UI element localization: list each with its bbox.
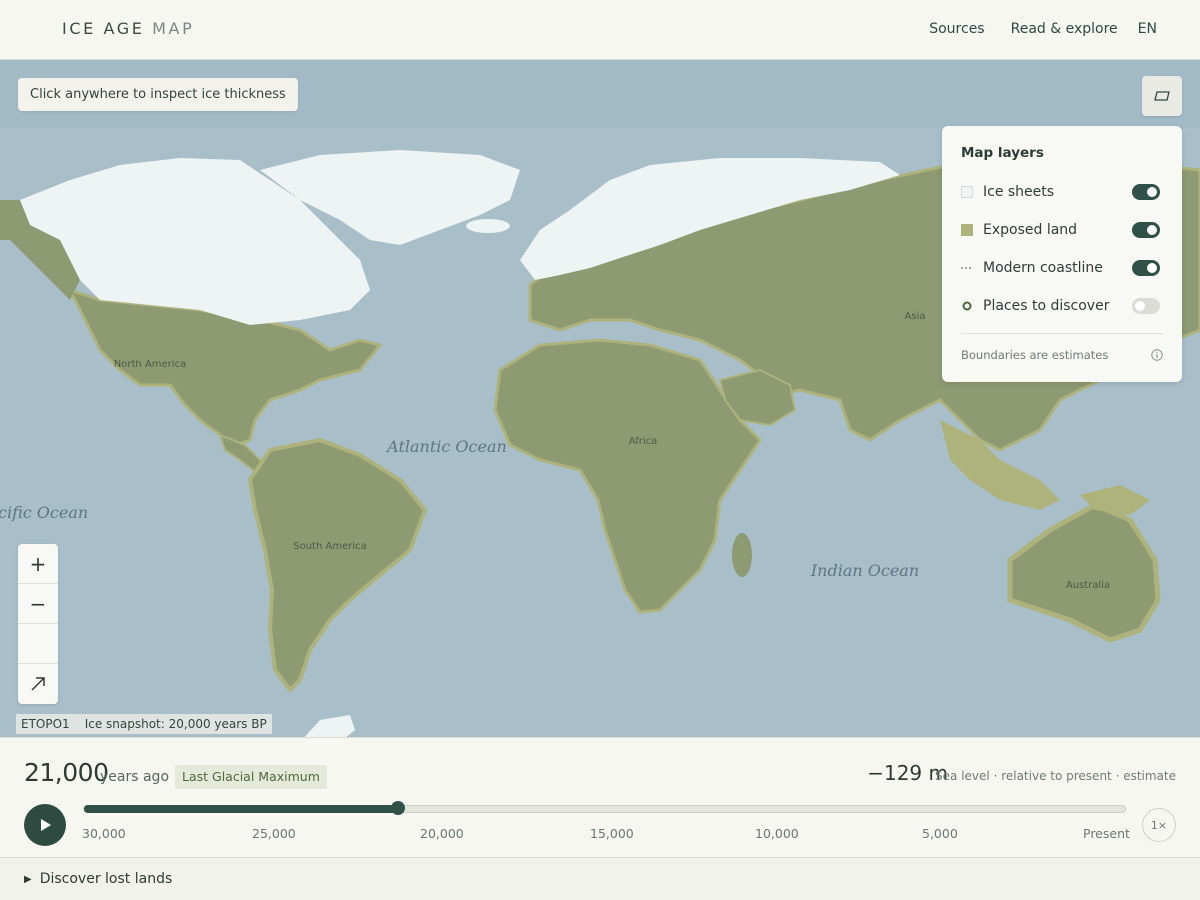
map-layers-panel: Map layers Ice sheets Exposed land Moder…: [942, 126, 1182, 382]
compass-button[interactable]: [18, 664, 58, 704]
tick-label: 10,000: [755, 826, 799, 841]
brand-secondary: MAP: [152, 19, 195, 38]
site-logo[interactable]: ICE AGE MAP: [62, 19, 194, 38]
layer-label: Modern coastline: [983, 260, 1103, 276]
play-button[interactable]: [24, 804, 66, 846]
inspect-hint: Click anywhere to inspect ice thickness: [18, 78, 298, 111]
tick-label: 15,000: [590, 826, 634, 841]
play-icon: [41, 819, 51, 831]
top-header: ICE AGE MAP Sources Read & explore EN: [0, 0, 1200, 60]
epoch-badge: Last Glacial Maximum: [175, 765, 327, 789]
tick-label: 30,000: [82, 826, 126, 841]
nav-read-explore[interactable]: Read & explore: [1011, 21, 1118, 37]
label-north-america: North America: [114, 359, 186, 370]
label-pacific: cific Ocean: [0, 503, 88, 522]
brand-primary: ICE AGE: [62, 19, 145, 38]
layer-label: Exposed land: [983, 222, 1078, 238]
label-australia: Australia: [1066, 580, 1110, 591]
attribution-source: ETOPO1: [21, 717, 70, 731]
timeline-bar: 21,000 years ago Last Glacial Maximum −1…: [0, 737, 1200, 857]
time-slider[interactable]: [83, 801, 1126, 815]
layer-label: Places to discover: [983, 298, 1110, 314]
layer-exposed-land[interactable]: Exposed land: [961, 211, 1163, 249]
layer-label: Ice sheets: [983, 184, 1055, 200]
arrow-up-right-icon: [31, 677, 45, 691]
toggle-modern-coastline[interactable]: [1132, 260, 1160, 276]
label-indian: Indian Ocean: [810, 561, 919, 580]
sea-level-note: Sea level · relative to present · estima…: [935, 769, 1176, 783]
layers-icon: [1154, 91, 1170, 101]
layer-modern-coastline[interactable]: Modern coastline: [961, 249, 1163, 287]
map-attribution: ETOPO1 Ice snapshot: 20,000 years BP: [16, 714, 272, 734]
language-switch[interactable]: EN: [1138, 21, 1157, 37]
madagascar: [732, 533, 752, 577]
boundaries-note: Boundaries are estimates: [961, 334, 1163, 362]
slider-fill: [84, 805, 399, 813]
layers-button[interactable]: [1142, 76, 1182, 116]
slider-handle[interactable]: [391, 801, 406, 815]
place-marker-icon: [961, 300, 973, 312]
tick-label: Present: [1083, 826, 1130, 841]
discover-lost-lands[interactable]: ▶ Discover lost lands: [0, 857, 1200, 900]
label-atlantic: Atlantic Ocean: [385, 437, 507, 456]
zoom-blank: [18, 624, 58, 664]
label-south-america: South America: [293, 541, 367, 552]
toggle-exposed-land[interactable]: [1132, 222, 1160, 238]
zoom-in-button[interactable]: +: [18, 544, 58, 584]
attribution-snapshot: Ice snapshot: 20,000 years BP: [84, 717, 267, 731]
tick-label: 5,000: [922, 826, 958, 841]
nav-sources[interactable]: Sources: [929, 21, 984, 37]
label-asia: Asia: [905, 311, 926, 322]
zoom-controls: + −: [18, 544, 58, 704]
disclosure-triangle-icon: ▶: [24, 873, 32, 885]
main-nav: Sources Read & explore EN: [929, 21, 1157, 37]
ice-swatch-icon: [961, 186, 973, 198]
iceland-ice: [466, 219, 510, 233]
tick-label: 20,000: [420, 826, 464, 841]
zoom-out-button[interactable]: −: [18, 584, 58, 624]
years-ago-label: years ago: [100, 769, 170, 785]
dashed-line-icon: [961, 262, 973, 274]
toggle-places[interactable]: [1132, 298, 1160, 314]
tick-label: 25,000: [252, 826, 296, 841]
toggle-ice-sheets[interactable]: [1132, 184, 1160, 200]
land-swatch-icon: [961, 224, 973, 236]
speed-button[interactable]: 1×: [1142, 808, 1176, 842]
label-africa: Africa: [629, 436, 658, 447]
info-icon[interactable]: [1151, 349, 1163, 361]
layer-ice-sheets[interactable]: Ice sheets: [961, 173, 1163, 211]
note-text: Boundaries are estimates: [961, 348, 1109, 362]
current-year: 21,000: [24, 758, 109, 787]
panel-title: Map layers: [961, 145, 1044, 161]
discover-label: Discover lost lands: [39, 871, 173, 887]
layer-places[interactable]: Places to discover: [961, 287, 1163, 325]
